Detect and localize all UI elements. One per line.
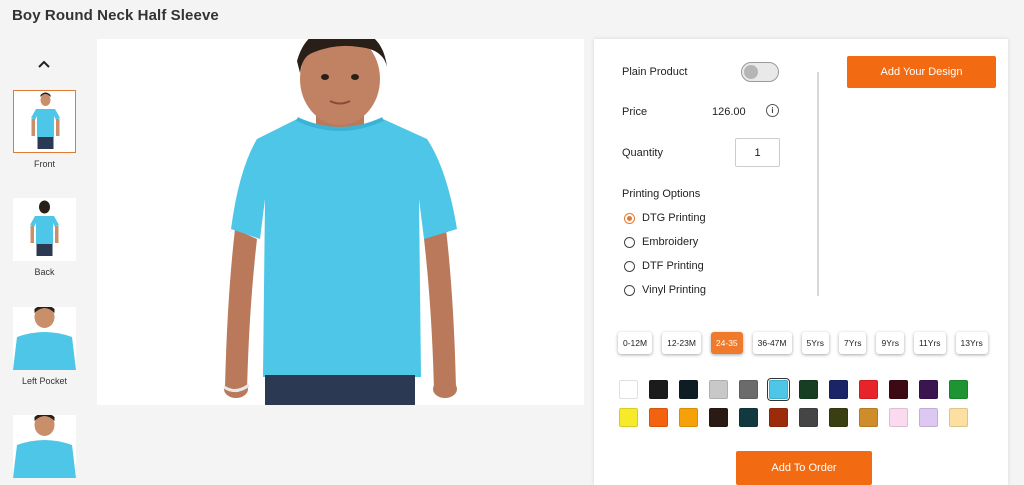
thumbnail-back[interactable]: Back <box>13 198 76 277</box>
color-swatch[interactable] <box>649 380 668 399</box>
color-swatch[interactable] <box>859 380 878 399</box>
size-option[interactable]: 11Yrs <box>913 332 946 354</box>
printing-option-label: Vinyl Printing <box>642 284 706 296</box>
quantity-label: Quantity <box>622 147 663 159</box>
size-option[interactable]: 12-23M <box>662 332 701 354</box>
size-option[interactable]: 9Yrs <box>876 332 904 354</box>
color-swatch[interactable] <box>919 380 938 399</box>
color-swatch[interactable] <box>949 408 968 427</box>
color-swatch-row <box>619 378 979 401</box>
plain-product-toggle[interactable] <box>741 62 779 82</box>
product-image <box>97 39 584 405</box>
color-swatch[interactable] <box>767 378 790 401</box>
color-swatch[interactable] <box>829 408 848 427</box>
radio-icon <box>624 236 635 248</box>
color-swatch[interactable] <box>799 408 818 427</box>
printing-options-label: Printing Options <box>622 188 701 200</box>
info-icon[interactable]: i <box>766 104 779 117</box>
color-swatch[interactable] <box>769 408 788 427</box>
page-title: Boy Round Neck Half Sleeve <box>12 7 219 24</box>
add-your-design-button[interactable]: Add Your Design <box>847 56 996 88</box>
color-swatch[interactable] <box>829 380 848 399</box>
printing-option-label: Embroidery <box>642 236 699 248</box>
color-swatch[interactable] <box>859 408 878 427</box>
thumbnail-caption: Front <box>33 159 55 169</box>
thumbnail-image <box>13 307 76 370</box>
thumbnail-column: Front Back Left Pocket <box>0 40 90 485</box>
size-option[interactable]: 5Yrs <box>801 332 829 354</box>
thumbnail-caption: Back <box>34 267 55 277</box>
radio-icon <box>624 260 635 272</box>
add-to-order-button[interactable]: Add To Order <box>736 451 872 485</box>
color-swatch[interactable] <box>649 408 668 427</box>
size-selector: 0-12M 12-23M 24-35 36-47M 5Yrs 7Yrs 9Yrs… <box>618 332 998 354</box>
product-options-panel: Plain Product Price 126.00 i Quantity Pr… <box>594 39 1008 485</box>
boy-tshirt-illustration <box>223 39 457 405</box>
printing-option-dtg[interactable]: DTG Printing <box>624 210 706 226</box>
color-swatch[interactable] <box>949 380 968 399</box>
color-swatch-row <box>619 408 979 427</box>
size-option[interactable]: 0-12M <box>618 332 653 354</box>
chevron-up-icon[interactable] <box>36 58 52 70</box>
color-swatch[interactable] <box>709 380 728 399</box>
color-swatch[interactable] <box>739 380 758 399</box>
plain-product-label: Plain Product <box>622 66 688 78</box>
printing-option-label: DTG Printing <box>642 212 706 224</box>
size-option-selected[interactable]: 24-35 <box>710 332 743 354</box>
price-value: 126.00 <box>712 106 746 118</box>
vertical-divider <box>817 72 819 296</box>
radio-icon <box>624 212 635 224</box>
thumbnail-image <box>13 415 76 478</box>
color-swatch[interactable] <box>619 380 638 399</box>
color-swatch[interactable] <box>889 408 908 427</box>
thumbnail-4[interactable] <box>13 415 76 478</box>
color-swatch[interactable] <box>799 380 818 399</box>
size-option[interactable]: 7Yrs <box>838 332 867 354</box>
toggle-knob <box>744 65 758 79</box>
thumbnail-image <box>13 90 76 153</box>
printing-option-vinyl[interactable]: Vinyl Printing <box>624 282 706 298</box>
quantity-input[interactable] <box>735 138 780 167</box>
thumbnail-left-pocket[interactable]: Left Pocket <box>13 307 76 386</box>
printing-option-label: DTF Printing <box>642 260 704 272</box>
printing-option-dtf[interactable]: DTF Printing <box>624 258 704 274</box>
thumbnail-caption: Left Pocket <box>21 376 68 386</box>
color-swatch[interactable] <box>619 408 638 427</box>
color-swatch[interactable] <box>739 408 758 427</box>
thumbnail-front[interactable]: Front <box>13 90 76 169</box>
color-swatch[interactable] <box>679 408 698 427</box>
price-label: Price <box>622 106 648 118</box>
size-option[interactable]: 13Yrs <box>955 332 988 354</box>
printing-option-embroidery[interactable]: Embroidery <box>624 234 698 250</box>
size-option[interactable]: 36-47M <box>752 332 792 354</box>
color-swatch[interactable] <box>889 380 908 399</box>
radio-icon <box>624 284 635 296</box>
color-swatch[interactable] <box>919 408 938 427</box>
color-swatch[interactable] <box>679 380 698 399</box>
color-swatch[interactable] <box>709 408 728 427</box>
thumbnail-image <box>13 198 76 261</box>
